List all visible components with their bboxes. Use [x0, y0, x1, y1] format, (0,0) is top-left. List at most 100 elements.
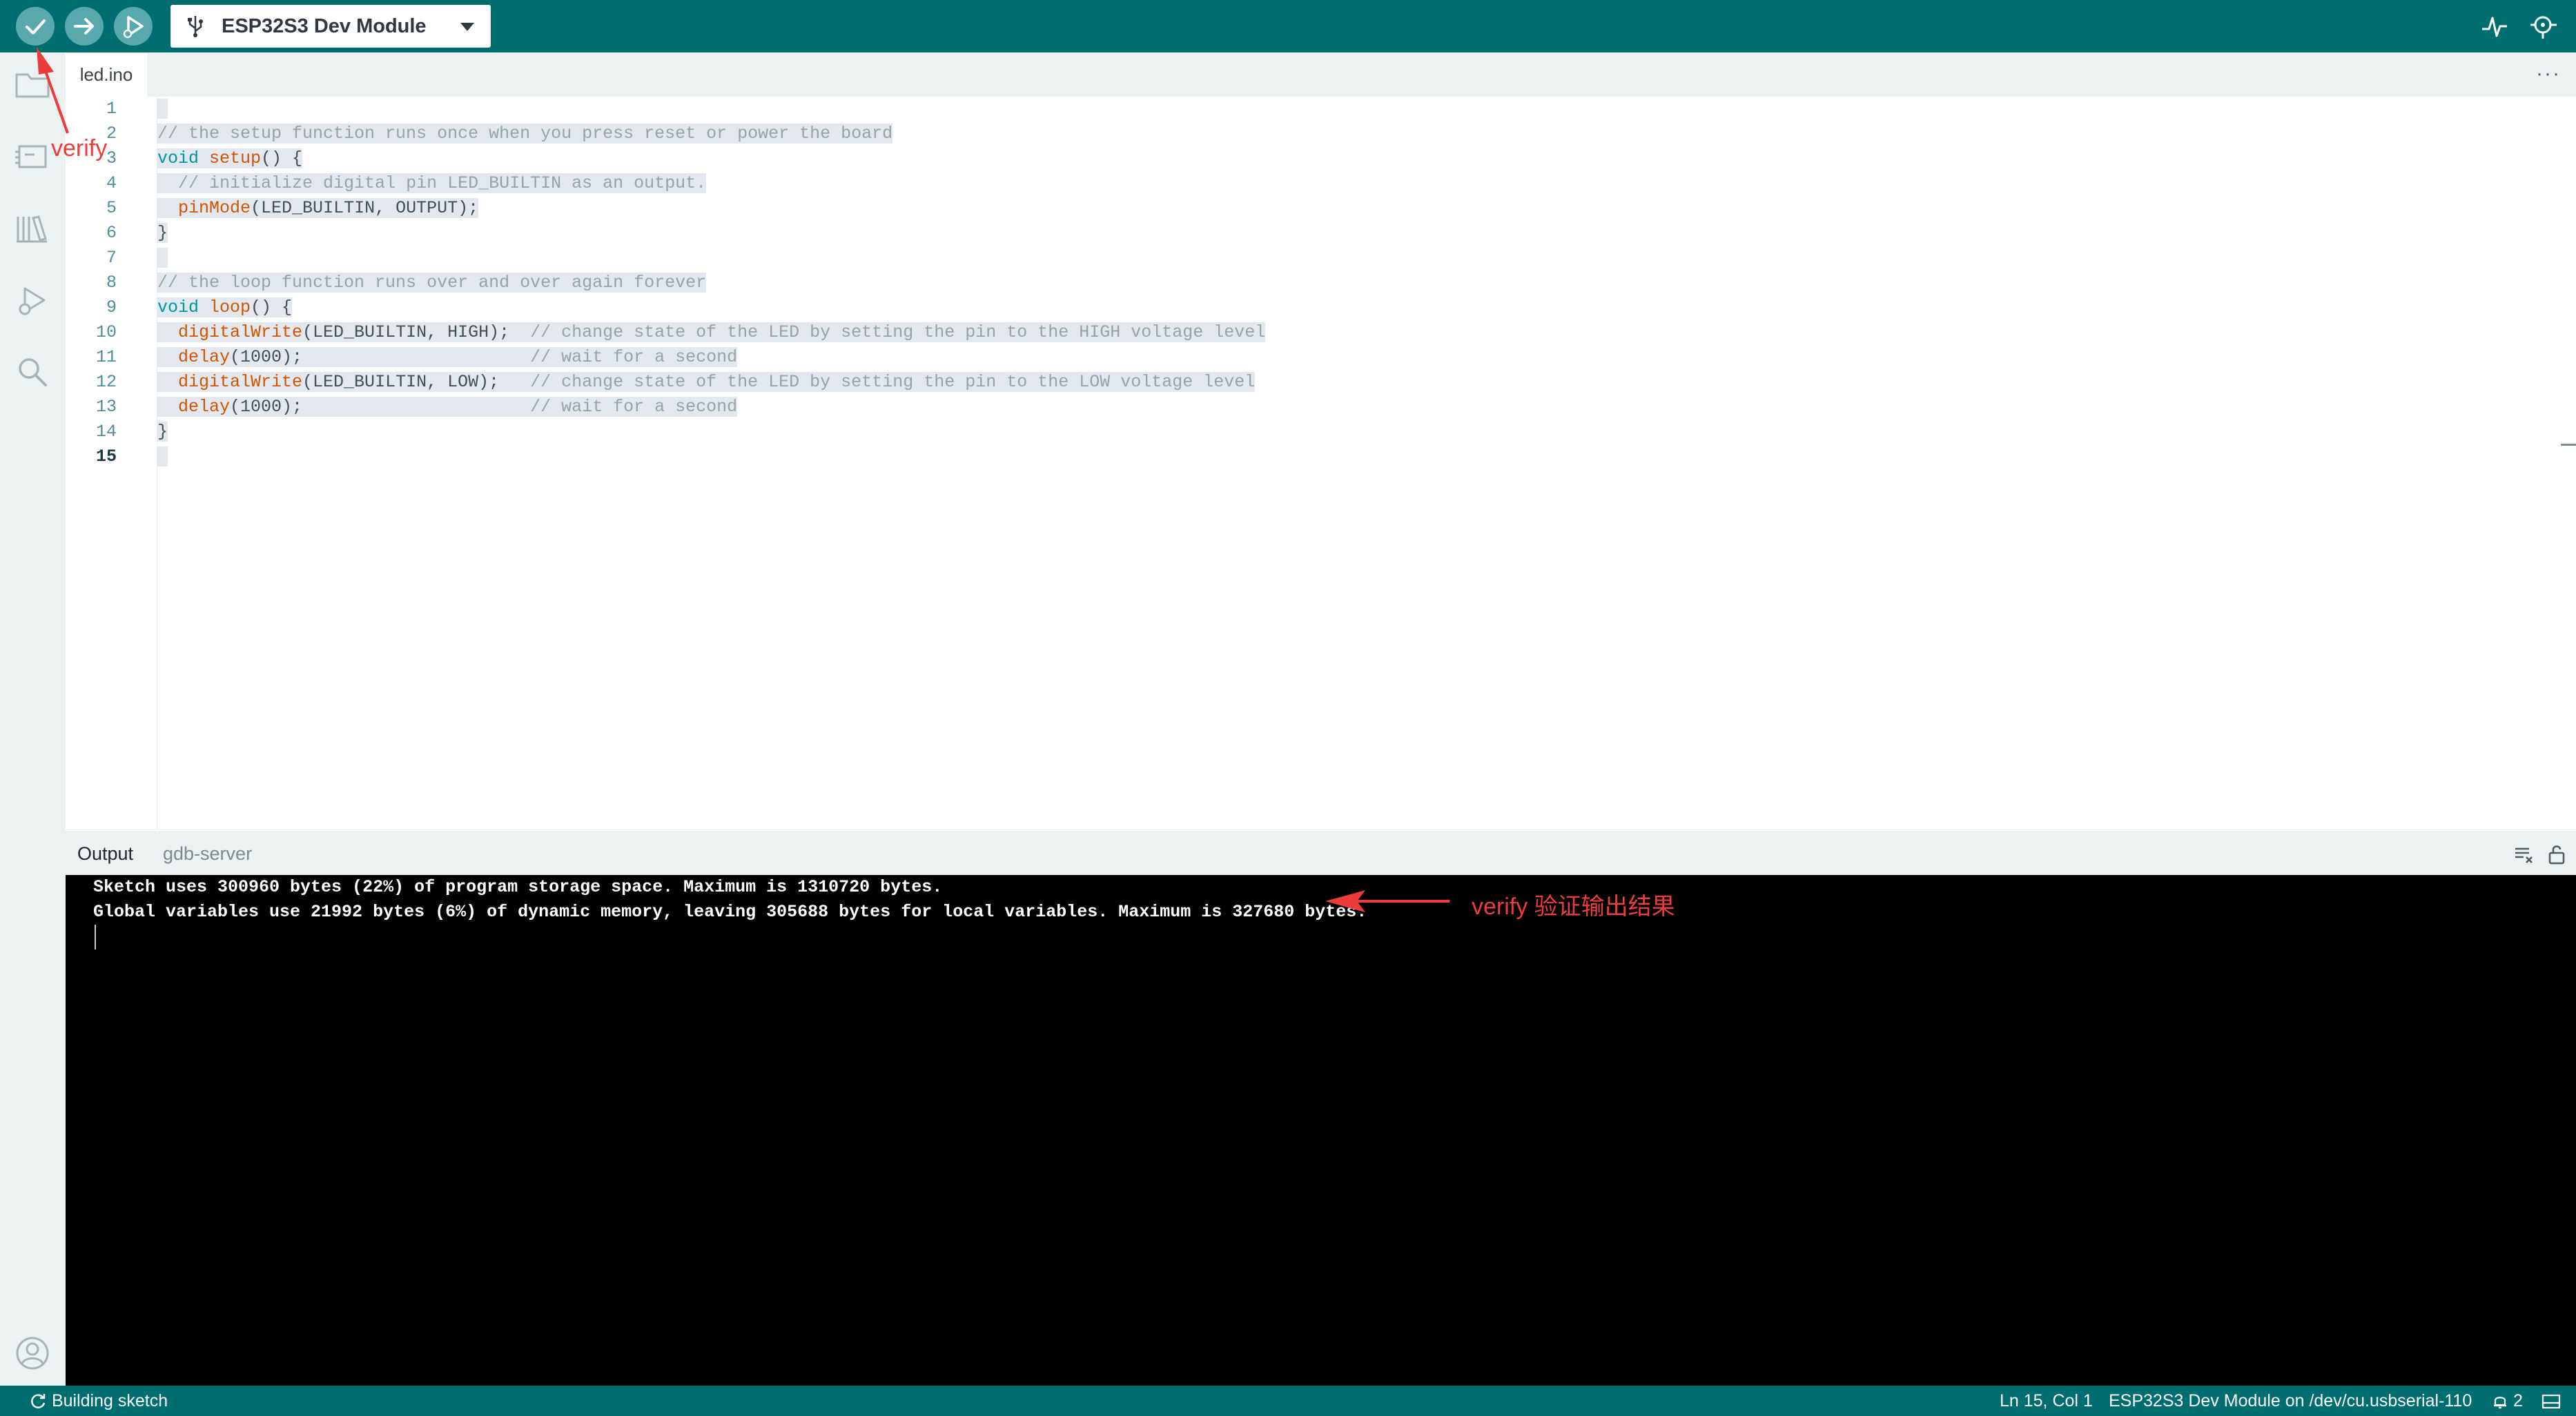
activity-bar	[0, 52, 66, 1386]
board-icon	[15, 145, 47, 168]
line-number-gutter: 1 2 3 4 5 6 7 8 9 10 11 12 13 14 15	[66, 97, 157, 832]
code-line[interactable]: digitalWrite(LED_BUILTIN, LOW); // chang…	[157, 370, 1256, 395]
output-line: Sketch uses 300960 bytes (22%) of progra…	[93, 877, 943, 897]
line-number: 1	[106, 99, 117, 119]
code-line[interactable]: delay(1000); // wait for a second	[157, 345, 738, 370]
toggle-panel-button[interactable]	[2541, 1386, 2561, 1416]
line-number-active: 15	[95, 446, 117, 466]
output-line: Global variables use 21992 bytes (6%) of…	[93, 902, 1367, 922]
clear-output-button[interactable]	[2512, 843, 2535, 865]
sketchbook-button[interactable]	[12, 65, 52, 105]
line-number: 4	[106, 173, 117, 193]
line-number: 3	[106, 148, 117, 168]
selection-highlight: pinMode(LED_BUILTIN, OUTPUT);	[157, 198, 479, 218]
selection-highlight: delay(1000); // wait for a second	[157, 347, 738, 367]
boards-manager-button[interactable]	[12, 137, 52, 177]
bell-icon	[2494, 1397, 2506, 1409]
selection-highlight: digitalWrite(LED_BUILTIN, HIGH); // chan…	[157, 322, 1266, 342]
tab-led-ino[interactable]: led.ino	[66, 52, 147, 97]
debug-panel-button[interactable]	[12, 280, 52, 320]
tab-output[interactable]: Output	[77, 832, 133, 876]
upload-button[interactable]	[64, 6, 104, 46]
line-number: 5	[106, 198, 117, 218]
code-line[interactable]: // initialize digital pin LED_BUILTIN as…	[157, 171, 707, 196]
line-number: 10	[95, 322, 117, 342]
unlock-icon	[2548, 845, 2565, 865]
arrow-right-icon	[65, 7, 104, 46]
selection-highlight: digitalWrite(LED_BUILTIN, LOW); // chang…	[157, 372, 1256, 392]
library-manager-button[interactable]	[12, 208, 52, 248]
debug-icon	[19, 287, 46, 315]
line-number: 6	[106, 223, 117, 243]
panel-actions	[2504, 843, 2568, 865]
code-line[interactable]	[157, 246, 168, 271]
code-line[interactable]: }	[157, 420, 168, 444]
verify-annotation: verify	[51, 135, 108, 161]
code-line[interactable]: pinMode(LED_BUILTIN, OUTPUT);	[157, 196, 479, 221]
folder-icon	[15, 73, 50, 98]
serial-plotter-button[interactable]	[2478, 10, 2511, 43]
search-button[interactable]	[12, 352, 52, 392]
selection-highlight: void setup() {	[157, 148, 303, 168]
editor-tabbar: led.ino ···	[66, 52, 2576, 97]
code-editor[interactable]: 1 2 3 4 5 6 7 8 9 10 11 12 13 14 15 // t…	[66, 97, 2576, 832]
line-number: 8	[106, 273, 117, 293]
code-lines[interactable]: // the setup function runs once when you…	[157, 97, 2576, 832]
code-line[interactable]: delay(1000); // wait for a second	[157, 395, 738, 420]
code-line[interactable]: }	[157, 221, 168, 246]
check-icon	[16, 7, 55, 46]
more-icon[interactable]: ···	[2536, 62, 2561, 86]
build-status-label: Building sketch	[51, 1391, 168, 1410]
text-cursor	[95, 925, 96, 950]
line-number: 2	[106, 124, 117, 144]
tab-gdb-server[interactable]: gdb-server	[163, 832, 252, 876]
board-port[interactable]: ESP32S3 Dev Module on /dev/cu.usbserial-…	[2109, 1386, 2472, 1416]
selection-highlight: void loop() {	[157, 297, 293, 317]
search-icon	[19, 358, 47, 386]
serial-monitor-button[interactable]	[2526, 10, 2559, 43]
output-panel-header: Output gdb-server	[66, 832, 2576, 875]
code-line[interactable]: // the loop function runs over and over …	[157, 271, 707, 295]
library-icon	[17, 215, 47, 243]
selection-highlight: // the loop function runs over and over …	[157, 273, 707, 293]
debug-button[interactable]	[113, 6, 153, 46]
clear-list-icon	[2515, 847, 2533, 863]
selection-highlight	[157, 446, 168, 466]
code-line[interactable]: digitalWrite(LED_BUILTIN, HIGH); // chan…	[157, 320, 1266, 345]
code-line[interactable]: void setup() {	[157, 146, 303, 171]
code-line[interactable]: void loop() {	[157, 295, 293, 320]
line-number: 13	[95, 397, 117, 417]
code-line[interactable]	[157, 97, 168, 121]
board-selector[interactable]: ESP32S3 Dev Module	[170, 5, 491, 48]
usb-icon	[188, 16, 203, 37]
plotter-icon	[2482, 17, 2507, 37]
selection-highlight: }	[157, 422, 168, 442]
cursor-position[interactable]: Ln 15, Col 1	[2000, 1386, 2093, 1416]
selection-highlight	[157, 99, 168, 119]
profile-button[interactable]	[12, 1333, 52, 1373]
sync-icon	[31, 1394, 46, 1409]
debug-play-icon	[114, 7, 153, 46]
output-console[interactable]: Sketch uses 300960 bytes (22%) of progra…	[66, 875, 2576, 1386]
status-bar: Building sketch Ln 15, Col 1 ESP32S3 Dev…	[0, 1386, 2576, 1416]
toolbar: ESP32S3 Dev Module	[0, 0, 2576, 52]
selection-highlight: // the setup function runs once when you…	[157, 124, 893, 144]
selection-highlight: }	[157, 223, 168, 243]
line-number: 11	[95, 347, 117, 367]
serial-monitor-icon	[2530, 16, 2557, 39]
selection-highlight	[157, 248, 168, 268]
notifications[interactable]: 2	[2492, 1386, 2523, 1416]
selection-highlight: // initialize digital pin LED_BUILTIN as…	[157, 173, 707, 193]
panel-toggle-icon	[2541, 1395, 2561, 1409]
code-line[interactable]	[157, 444, 168, 469]
build-status: Building sketch	[29, 1386, 168, 1416]
line-number: 7	[106, 248, 117, 268]
scrollbar-marker[interactable]	[2561, 444, 2576, 446]
line-number: 9	[106, 297, 117, 317]
scroll-lock-button[interactable]	[2546, 843, 2568, 865]
output-annotation: verify 验证输出结果	[1472, 894, 1675, 920]
notification-count: 2	[2512, 1391, 2523, 1410]
code-line[interactable]: // the setup function runs once when you…	[157, 121, 893, 146]
verify-button[interactable]	[15, 6, 55, 46]
selection-highlight: delay(1000); // wait for a second	[157, 397, 738, 417]
